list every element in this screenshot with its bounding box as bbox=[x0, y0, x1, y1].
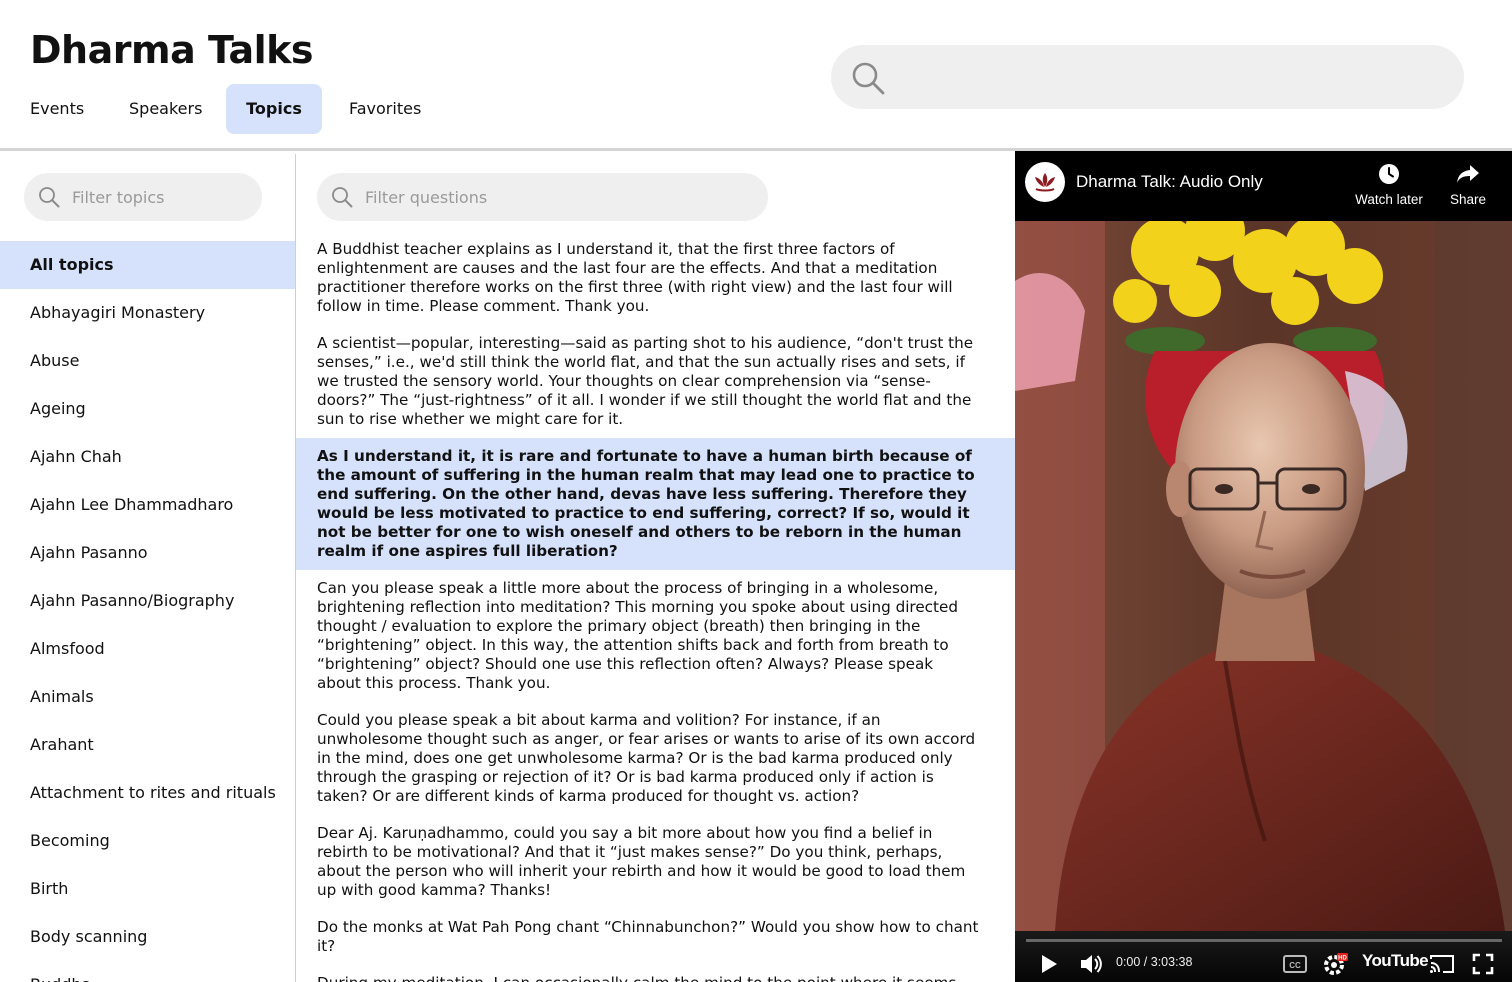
question-item[interactable]: A Buddhist teacher explains as I underst… bbox=[296, 231, 1015, 325]
player-top-bar: Dharma Talk: Audio Only Watch later Shar… bbox=[1015, 151, 1512, 221]
cast-icon[interactable] bbox=[1429, 953, 1455, 980]
topic-filter-input[interactable] bbox=[72, 173, 252, 221]
video-title[interactable]: Dharma Talk: Audio Only bbox=[1076, 172, 1263, 192]
topic-item[interactable]: Abhayagiri Monastery bbox=[0, 289, 295, 337]
header: Dharma Talks Events Speakers Topics Favo… bbox=[0, 0, 1512, 151]
topic-item[interactable]: Almsfood bbox=[0, 625, 295, 673]
question-item[interactable]: Could you please speak a bit about karma… bbox=[296, 702, 1015, 815]
topic-item[interactable]: Becoming bbox=[0, 817, 295, 865]
tab-topics[interactable]: Topics bbox=[226, 84, 322, 134]
tab-speakers[interactable]: Speakers bbox=[129, 84, 219, 134]
topic-item[interactable]: Ageing bbox=[0, 385, 295, 433]
topics-sidebar: All topics Abhayagiri Monastery Abuse Ag… bbox=[0, 154, 296, 982]
tab-favorites[interactable]: Favorites bbox=[349, 84, 449, 134]
topic-item[interactable]: Abuse bbox=[0, 337, 295, 385]
search-icon bbox=[38, 186, 60, 213]
topic-item-all-topics[interactable]: All topics bbox=[0, 241, 295, 289]
youtube-logo[interactable]: YouTube bbox=[1362, 951, 1429, 971]
search-icon bbox=[851, 61, 885, 100]
question-filter[interactable] bbox=[317, 173, 768, 221]
question-item[interactable]: During my meditation, I can occasionally… bbox=[296, 965, 1015, 982]
topic-item[interactable]: Attachment to rites and rituals bbox=[0, 769, 295, 817]
share-label: Share bbox=[1449, 192, 1487, 207]
question-item[interactable]: A scientist—popular, interesting—said as… bbox=[296, 325, 1015, 438]
watch-later-label: Watch later bbox=[1355, 192, 1423, 207]
question-item[interactable]: Can you please speak a little more about… bbox=[296, 570, 1015, 702]
questions-panel: A Buddhist teacher explains as I underst… bbox=[296, 154, 1015, 982]
topic-item[interactable]: Arahant bbox=[0, 721, 295, 769]
app-title: Dharma Talks bbox=[30, 28, 314, 72]
svg-text:HD: HD bbox=[1338, 956, 1347, 962]
play-icon[interactable] bbox=[1039, 953, 1059, 980]
share-icon bbox=[1456, 165, 1480, 188]
topic-item[interactable]: Birth bbox=[0, 865, 295, 913]
video-frame[interactable] bbox=[1015, 221, 1512, 931]
volume-icon[interactable] bbox=[1079, 953, 1103, 980]
topic-filter[interactable] bbox=[24, 173, 262, 221]
topic-item[interactable]: Ajahn Lee Dhammadharo bbox=[0, 481, 295, 529]
topic-item[interactable]: Animals bbox=[0, 673, 295, 721]
topic-item[interactable]: Ajahn Chah bbox=[0, 433, 295, 481]
topic-item[interactable]: Body scanning bbox=[0, 913, 295, 961]
settings-icon[interactable]: HD bbox=[1323, 952, 1349, 981]
global-search-input[interactable] bbox=[901, 45, 1441, 109]
topic-item[interactable]: Buddha bbox=[0, 961, 295, 982]
share-button[interactable]: Share bbox=[1443, 163, 1493, 207]
question-item[interactable]: Dear Aj. Karuṇadhammo, could you say a b… bbox=[296, 815, 1015, 909]
question-item[interactable]: Do the monks at Wat Pah Pong chant “Chin… bbox=[296, 909, 1015, 965]
fullscreen-icon[interactable] bbox=[1472, 953, 1494, 980]
progress-bar[interactable] bbox=[1026, 939, 1502, 942]
question-list: A Buddhist teacher explains as I underst… bbox=[296, 231, 1015, 982]
topic-item[interactable]: Ajahn Pasanno/Biography bbox=[0, 577, 295, 625]
video-player[interactable]: Dharma Talk: Audio Only Watch later Shar… bbox=[1015, 151, 1512, 982]
topic-item[interactable]: Ajahn Pasanno bbox=[0, 529, 295, 577]
watch-later-button[interactable]: Watch later bbox=[1349, 163, 1429, 207]
global-search[interactable] bbox=[831, 45, 1464, 109]
question-item-selected[interactable]: As I understand it, it is rare and fortu… bbox=[296, 438, 1015, 570]
search-icon bbox=[331, 186, 353, 213]
captions-icon[interactable]: CC bbox=[1283, 955, 1307, 978]
topic-list: All topics Abhayagiri Monastery Abuse Ag… bbox=[0, 241, 295, 982]
player-controls: 0:00 / 3:03:38 CC HD YouTube bbox=[1015, 931, 1512, 982]
question-filter-input[interactable] bbox=[365, 173, 755, 221]
clock-icon bbox=[1378, 164, 1400, 188]
tab-events[interactable]: Events bbox=[30, 84, 100, 134]
channel-logo[interactable] bbox=[1025, 162, 1065, 202]
svg-text:CC: CC bbox=[1289, 961, 1301, 970]
time-display: 0:00 / 3:03:38 bbox=[1116, 955, 1193, 969]
